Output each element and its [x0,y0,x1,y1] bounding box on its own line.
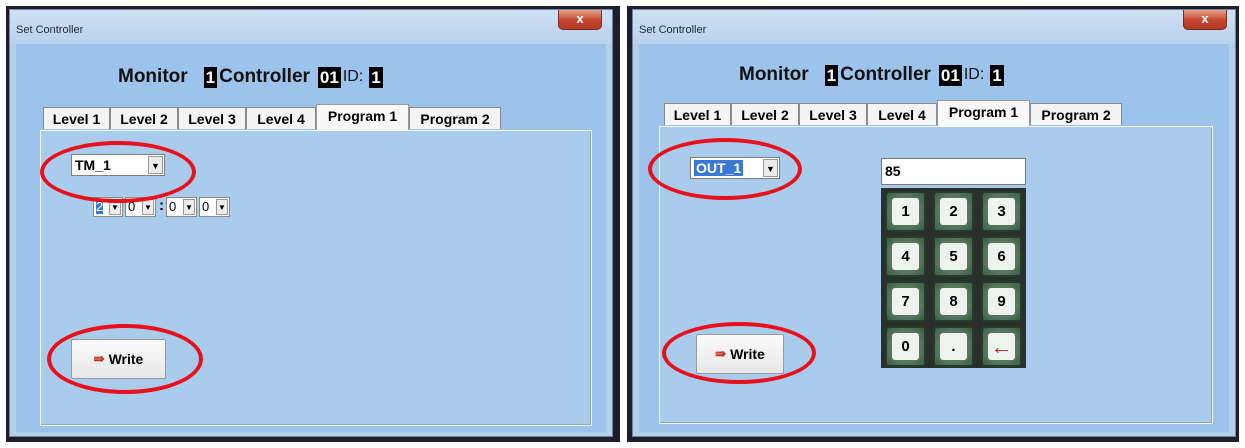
controller-value: 01 [938,64,962,86]
key-4[interactable]: 4 [885,236,926,277]
header: Monitor 1 Controller 01 ID: 1 [739,64,1006,86]
time-separator: : [159,197,164,214]
output-selector[interactable]: OUT_1 ▼ [690,157,780,179]
program-panel: TM_1 ▼ 2 ▼ 0 ▼ : 0 ▼ 0 ▼ ⇛ Write [40,130,592,426]
tab-program-1[interactable]: Program 1 [316,104,409,130]
value-field[interactable]: 85 [881,158,1026,185]
tab-level-4[interactable]: Level 4 [246,107,316,129]
tab-strip: Level 1 Level 2 Level 3 Level 4 Program … [664,100,1144,126]
chevron-down-icon[interactable]: ▼ [142,199,154,215]
header: Monitor 1 Controller 01 ID: 1 [118,66,385,88]
output-selector-value: OUT_1 [694,160,744,176]
tab-program-2[interactable]: Program 2 [1030,103,1122,125]
chevron-down-icon[interactable]: ▼ [216,199,228,215]
client-area: Monitor 1 Controller 01 ID: 1 Level 1 Le… [639,44,1229,432]
time-fields: 2 ▼ 0 ▼ : 0 ▼ 0 ▼ [93,197,253,219]
tab-level-2[interactable]: Level 2 [110,107,178,129]
tab-level-3[interactable]: Level 3 [799,103,867,125]
time-field-4[interactable]: 0 ▼ [199,197,230,217]
tab-level-1[interactable]: Level 1 [664,103,731,125]
tab-level-3[interactable]: Level 3 [178,107,246,129]
key-3[interactable]: 3 [981,191,1022,232]
write-icon: ⇛ [715,346,727,361]
key-6[interactable]: 6 [981,236,1022,277]
controller-label: Controller [840,64,931,85]
key-9[interactable]: 9 [981,281,1022,322]
key-5[interactable]: 5 [933,236,974,277]
time-field-3[interactable]: 0 ▼ [166,197,197,217]
left-window: Set Controller x Monitor 1 Controller 01… [9,9,613,437]
monitor-value: 1 [824,64,839,86]
window-title: Set Controller [639,24,707,36]
tab-level-2[interactable]: Level 2 [731,103,799,125]
program-panel: OUT_1 ▼ 85 1 2 3 4 5 6 7 8 9 0 . ← ⇛ Wri… [659,126,1213,424]
monitor-label: Monitor [118,66,188,87]
time-field-1[interactable]: 2 ▼ [93,197,123,217]
monitor-value: 1 [203,66,218,88]
key-7[interactable]: 7 [885,281,926,322]
key-decimal[interactable]: . [933,326,974,367]
id-value: 1 [369,66,383,88]
controller-value: 01 [317,66,341,88]
timer-selector-value: TM_1 [75,157,111,173]
tab-level-4[interactable]: Level 4 [867,103,937,125]
key-2[interactable]: 2 [933,191,974,232]
timer-selector[interactable]: TM_1 ▼ [71,154,165,176]
write-button[interactable]: ⇛ Write [71,339,166,379]
title-bar[interactable]: Set Controller x [10,10,612,44]
client-area: Monitor 1 Controller 01 ID: 1 Level 1 Le… [16,44,606,432]
chevron-down-icon[interactable]: ▼ [109,199,121,215]
tab-strip: Level 1 Level 2 Level 3 Level 4 Program … [43,104,523,130]
monitor-label: Monitor [739,64,809,85]
time-field-2[interactable]: 0 ▼ [125,197,156,217]
numeric-keypad: 1 2 3 4 5 6 7 8 9 0 . ← [881,188,1026,368]
tab-program-1[interactable]: Program 1 [937,100,1030,126]
chevron-down-icon[interactable]: ▼ [148,156,163,174]
key-backspace[interactable]: ← [981,326,1022,367]
chevron-down-icon[interactable]: ▼ [763,159,778,177]
controller-label: Controller [219,66,310,87]
key-1[interactable]: 1 [885,191,926,232]
window-title: Set Controller [16,24,84,36]
close-button[interactable]: x [558,10,602,30]
right-window: Set Controller x Monitor 1 Controller 01… [632,9,1236,437]
close-button[interactable]: x [1183,10,1227,30]
write-icon: ⇛ [93,351,105,366]
id-label: ID: [963,66,985,83]
key-0[interactable]: 0 [885,326,926,367]
id-value: 1 [990,64,1004,86]
backspace-arrow-icon: ← [988,333,1015,360]
tab-level-1[interactable]: Level 1 [43,107,110,129]
tab-program-2[interactable]: Program 2 [409,107,501,129]
title-bar[interactable]: Set Controller x [633,10,1235,44]
key-8[interactable]: 8 [933,281,974,322]
write-button[interactable]: ⇛ Write [696,334,784,374]
id-label: ID: [342,68,364,85]
chevron-down-icon[interactable]: ▼ [183,199,195,215]
